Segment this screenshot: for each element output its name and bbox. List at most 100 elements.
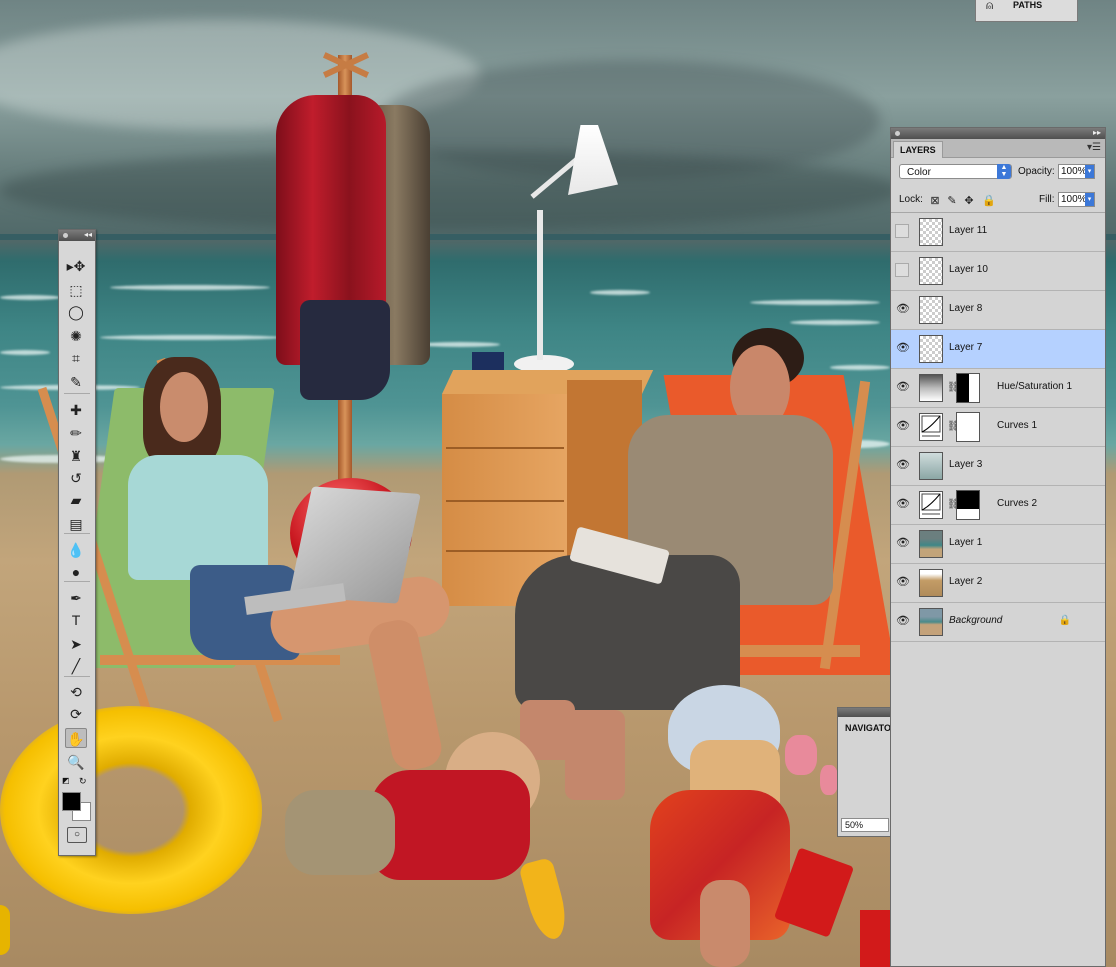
layer-row[interactable]: 👁 ⛓ Hue/Saturation 1 bbox=[891, 369, 1105, 408]
adjustment-thumbnail-icon[interactable] bbox=[919, 491, 943, 519]
lock-pixels-icon[interactable]: ✎ bbox=[946, 195, 958, 207]
adjustment-thumbnail-icon[interactable] bbox=[919, 374, 943, 402]
eye-icon[interactable]: 👁 bbox=[895, 496, 911, 512]
layer-row[interactable]: 👁 Layer 2 bbox=[891, 564, 1105, 603]
collapse-icon[interactable]: ◂◂ bbox=[84, 230, 92, 239]
dropdown-arrow-icon[interactable]: ▾ bbox=[1085, 165, 1094, 178]
lock-position-icon[interactable]: ✥ bbox=[963, 195, 975, 207]
layer-row[interactable]: 👁 Layer 3 bbox=[891, 447, 1105, 486]
dodge-tool[interactable]: ● bbox=[65, 562, 87, 582]
layer-thumbnail[interactable] bbox=[919, 335, 943, 363]
eye-icon[interactable]: 👁 bbox=[895, 301, 911, 317]
hand-tool[interactable]: ✋ bbox=[65, 728, 87, 748]
panel-menu-icon[interactable]: ▾☰ bbox=[1087, 142, 1101, 153]
dropdown-arrow-icon[interactable]: ▾ bbox=[1085, 193, 1094, 206]
layer-thumbnail[interactable] bbox=[919, 296, 943, 324]
zoom-field[interactable]: 50% bbox=[841, 818, 889, 832]
layer-name: Curves 1 bbox=[997, 420, 1038, 431]
man-foot bbox=[565, 710, 625, 800]
pen-tool[interactable]: ✒ bbox=[65, 588, 87, 608]
hidden-visibility-box[interactable] bbox=[895, 263, 909, 277]
lamp-arm bbox=[537, 210, 543, 360]
default-colors-icon[interactable]: ◩ bbox=[62, 776, 70, 785]
tool-separator bbox=[64, 393, 90, 394]
quick-selection-tool[interactable]: ✺ bbox=[65, 326, 87, 346]
eraser-tool[interactable]: ▰ bbox=[65, 490, 87, 510]
lock-icon: 🔒 bbox=[1058, 615, 1071, 626]
navigator-panel[interactable]: NAVIGATO 50% bbox=[837, 707, 891, 837]
lasso-tool[interactable]: ◯ bbox=[65, 302, 87, 322]
layer-name: Layer 10 bbox=[949, 264, 988, 275]
history-brush-tool[interactable]: ↺ bbox=[65, 468, 87, 488]
layer-thumbnail[interactable] bbox=[919, 452, 943, 480]
close-dot-icon[interactable] bbox=[895, 131, 900, 136]
layer-row[interactable]: 👁 Layer 1 bbox=[891, 525, 1105, 564]
hidden-visibility-box[interactable] bbox=[895, 224, 909, 238]
select-arrows-icon: ▲ ▼ bbox=[997, 164, 1011, 179]
brush-tool[interactable]: ✏ bbox=[65, 423, 87, 443]
eye-icon[interactable]: 👁 bbox=[895, 613, 911, 629]
tab-navigator[interactable]: NAVIGATO bbox=[845, 723, 890, 733]
healing-brush-tool[interactable]: ✚ bbox=[65, 400, 87, 420]
layer-mask-thumbnail[interactable] bbox=[956, 490, 980, 520]
layer-thumbnail[interactable] bbox=[919, 218, 943, 246]
line-tool[interactable]: ╱ bbox=[65, 656, 87, 676]
marquee-tool[interactable]: ⬚ bbox=[65, 280, 87, 300]
blend-mode-select[interactable]: Color ▲ ▼ bbox=[899, 164, 1012, 179]
clone-stamp-tool[interactable]: ♜ bbox=[65, 446, 87, 466]
layer-row[interactable]: 👁 ⛓ Curves 2 bbox=[891, 486, 1105, 525]
3d-orbit-tool[interactable]: ⟳ bbox=[65, 704, 87, 724]
layer-row[interactable]: Layer 10 bbox=[891, 252, 1105, 291]
fill-field[interactable]: 100% ▾ bbox=[1058, 192, 1095, 207]
layer-row[interactable]: 👁 Background 🔒 bbox=[891, 603, 1105, 642]
tab-layers[interactable]: LAYERS bbox=[893, 141, 943, 158]
eye-icon[interactable]: 👁 bbox=[895, 574, 911, 590]
eye-icon[interactable]: 👁 bbox=[895, 379, 911, 395]
layer-row[interactable]: 👁 Layer 7 bbox=[891, 330, 1105, 369]
tools-panel-titlebar[interactable]: ◂◂ bbox=[59, 230, 95, 241]
move-tool[interactable]: ▸✥ bbox=[65, 256, 87, 276]
eye-icon[interactable]: 👁 bbox=[895, 418, 911, 434]
layers-panel-titlebar[interactable]: ▸▸ bbox=[891, 128, 1105, 139]
layer-name: Background bbox=[949, 615, 1003, 626]
opacity-field[interactable]: 100% ▾ bbox=[1058, 164, 1095, 179]
foreground-color-swatch[interactable] bbox=[62, 792, 81, 811]
swap-colors-icon[interactable]: ↻ bbox=[79, 776, 87, 787]
path-selection-tool[interactable]: ➤ bbox=[65, 634, 87, 654]
blur-tool[interactable]: 💧 bbox=[65, 540, 87, 560]
layer-thumbnail[interactable] bbox=[919, 530, 943, 558]
layer-thumbnail[interactable] bbox=[919, 608, 943, 636]
navigator-titlebar[interactable] bbox=[838, 708, 890, 717]
layer-name: Layer 1 bbox=[949, 537, 983, 548]
paths-tab-label[interactable]: PATHS bbox=[1013, 0, 1042, 10]
eye-icon[interactable]: 👁 bbox=[895, 535, 911, 551]
quick-mask-icon[interactable]: ○ bbox=[67, 827, 87, 843]
layer-row[interactable]: Layer 11 bbox=[891, 213, 1105, 252]
tools-panel[interactable]: ◂◂ ▸✥ ⬚ ◯ ✺ ⌗ ✎ ✚ ✏ ♜ ↺ ▰ ▤ 💧 ● ✒ T ➤ ╱ ⟲ ⟳ ✋ 🔍 ◩ ↻ ○ bbox=[58, 229, 96, 856]
layer-thumbnail[interactable] bbox=[919, 257, 943, 285]
curves-icon bbox=[921, 415, 941, 437]
close-dot-icon[interactable] bbox=[63, 233, 68, 238]
eye-icon[interactable]: 👁 bbox=[895, 340, 911, 356]
layers-panel[interactable]: ▸▸ LAYERS ▾☰ Color ▲ ▼ Opacity: 100% ▾ Lo… bbox=[890, 127, 1106, 967]
adjustment-thumbnail-icon[interactable] bbox=[919, 413, 943, 441]
crop-tool[interactable]: ⌗ bbox=[65, 348, 87, 368]
lock-all-icon[interactable]: 🔒 bbox=[982, 195, 996, 207]
3d-rotate-tool[interactable]: ⟲ bbox=[65, 682, 87, 702]
layer-mask-thumbnail[interactable] bbox=[956, 373, 980, 403]
layer-row[interactable]: 👁 ⛓ Curves 1 bbox=[891, 408, 1105, 447]
collapse-icon[interactable]: ▸▸ bbox=[1093, 128, 1101, 137]
yellow-swim-ring bbox=[0, 706, 262, 914]
layer-mask-thumbnail[interactable] bbox=[956, 412, 980, 442]
drawer-line bbox=[446, 550, 564, 552]
paths-panel[interactable]: ⍝ PATHS bbox=[975, 0, 1078, 22]
gradient-tool[interactable]: ▤ bbox=[65, 514, 87, 534]
eyedropper-tool[interactable]: ✎ bbox=[65, 372, 87, 392]
eye-icon[interactable]: 👁 bbox=[895, 457, 911, 473]
lock-transparency-icon[interactable]: ⊠ bbox=[929, 195, 941, 207]
layer-row[interactable]: 👁 Layer 8 bbox=[891, 291, 1105, 330]
type-tool[interactable]: T bbox=[65, 610, 87, 630]
layer-thumbnail[interactable] bbox=[919, 569, 943, 597]
lock-label: Lock: bbox=[899, 194, 923, 205]
zoom-tool[interactable]: 🔍 bbox=[65, 752, 87, 772]
